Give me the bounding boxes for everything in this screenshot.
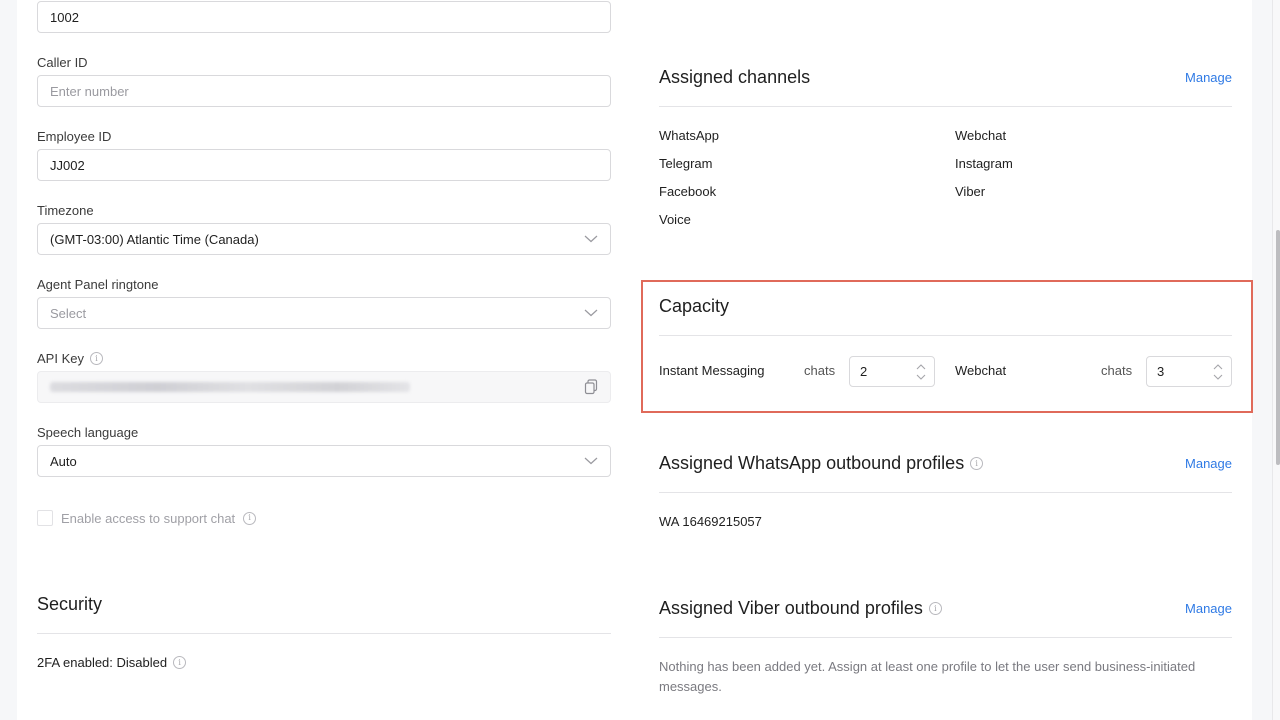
whatsapp-profiles-title-text: Assigned WhatsApp outbound profiles <box>659 453 965 473</box>
caller-id-placeholder: Enter number <box>50 83 129 99</box>
support-chat-row: Enable access to support chat i <box>37 510 257 526</box>
stepper-up-down-icon <box>916 363 926 380</box>
employee-id-label: Employee ID <box>37 129 111 144</box>
manage-viber-profiles-link[interactable]: Manage <box>1185 601 1232 616</box>
twofa-status: 2FA enabled: Disabled i <box>37 655 187 670</box>
capacity-divider <box>659 335 1232 336</box>
caller-id-label: Caller ID <box>37 55 88 70</box>
speech-language-value: Auto <box>50 453 77 469</box>
viber-divider <box>659 637 1232 638</box>
whatsapp-profile-text: WA 16469215057 <box>659 514 762 529</box>
capacity-label-webchat: Webchat <box>955 363 1007 378</box>
scrollbar-thumb[interactable] <box>1276 230 1280 465</box>
timezone-label-text: Timezone <box>37 203 94 218</box>
manage-whatsapp-profiles-link[interactable]: Manage <box>1185 456 1232 471</box>
security-title-text: Security <box>37 594 103 614</box>
support-chat-checkbox[interactable] <box>37 510 53 526</box>
api-key-field <box>37 371 611 403</box>
api-key-blurred-value <box>50 382 410 392</box>
security-title: Security <box>37 594 102 615</box>
api-key-label: API Key i <box>37 351 103 366</box>
chevron-down-icon <box>584 232 598 246</box>
timezone-label: Timezone <box>37 203 94 218</box>
speech-language-select[interactable]: Auto <box>37 445 611 477</box>
employee-id-input[interactable]: JJ002 <box>37 149 611 181</box>
channel-item: Instagram <box>955 156 1013 171</box>
channels-divider <box>659 106 1232 107</box>
speech-language-label-text: Speech language <box>37 425 139 440</box>
chevron-down-icon <box>584 306 598 320</box>
support-chat-label: Enable access to support chat <box>61 510 236 526</box>
assigned-channels-title-text: Assigned channels <box>659 67 811 87</box>
channel-item: Webchat <box>955 128 1007 143</box>
whatsapp-profile-item: WA 16469215057 <box>659 514 762 529</box>
twofa-status-text: 2FA enabled: Disabled <box>37 655 168 670</box>
security-divider <box>37 633 611 634</box>
caller-id-label-text: Caller ID <box>37 55 88 70</box>
whatsapp-divider <box>659 492 1232 493</box>
info-icon[interactable]: i <box>243 511 257 525</box>
capacity-title-text: Capacity <box>659 296 730 316</box>
stepper-up-down-icon <box>1213 363 1223 380</box>
info-icon[interactable]: i <box>970 457 984 470</box>
viber-empty-message: Nothing has been added yet. Assign at le… <box>659 659 1196 694</box>
caller-id-input[interactable]: Enter number <box>37 75 611 107</box>
channel-item: Viber <box>955 184 986 199</box>
employee-id-label-text: Employee ID <box>37 129 112 144</box>
ringtone-select[interactable]: Select <box>37 297 611 329</box>
chevron-down-icon <box>584 454 598 468</box>
capacity-highlight <box>641 280 1253 413</box>
stepper-value: 3 <box>1157 364 1165 379</box>
stepper-arrows[interactable] <box>916 363 926 381</box>
channel-item: Telegram <box>659 156 713 171</box>
stepper-value: 2 <box>860 364 868 379</box>
info-icon[interactable]: i <box>173 656 187 669</box>
channel-item: WhatsApp <box>659 128 719 143</box>
instant-messaging-capacity-stepper[interactable]: 2 <box>849 356 935 387</box>
speech-language-label: Speech language <box>37 425 138 440</box>
channel-item: Facebook <box>659 184 717 199</box>
channel-item: Voice <box>659 212 691 227</box>
copy-icon[interactable] <box>584 379 598 395</box>
api-key-label-text: API Key <box>37 351 84 366</box>
timezone-select[interactable]: (GMT-03:00) Atlantic Time (Canada) <box>37 223 611 255</box>
employee-id-value: JJ002 <box>50 157 85 173</box>
info-icon[interactable]: i <box>928 602 942 615</box>
ringtone-placeholder: Select <box>50 305 87 321</box>
ringtone-label-text: Agent Panel ringtone <box>37 277 159 292</box>
extension-input[interactable]: 1002 <box>37 1 611 33</box>
ringtone-label: Agent Panel ringtone <box>37 277 158 292</box>
assigned-channels-title: Assigned channels <box>659 67 810 88</box>
viber-profiles-title-text: Assigned Viber outbound profiles <box>659 598 923 618</box>
capacity-unit: chats <box>1101 363 1133 378</box>
capacity-title: Capacity <box>659 296 729 317</box>
manage-channels-link[interactable]: Manage <box>1185 70 1232 85</box>
capacity-unit: chats <box>804 363 836 378</box>
webchat-capacity-stepper[interactable]: 3 <box>1146 356 1232 387</box>
timezone-value: (GMT-03:00) Atlantic Time (Canada) <box>50 231 259 247</box>
info-icon[interactable]: i <box>89 352 103 365</box>
stepper-arrows[interactable] <box>1213 363 1223 381</box>
whatsapp-profiles-title: Assigned WhatsApp outbound profiles i <box>659 453 984 474</box>
capacity-label-instant-messaging: Instant Messaging <box>659 363 765 378</box>
viber-profiles-title: Assigned Viber outbound profiles i <box>659 598 942 619</box>
extension-value: 1002 <box>50 9 79 25</box>
